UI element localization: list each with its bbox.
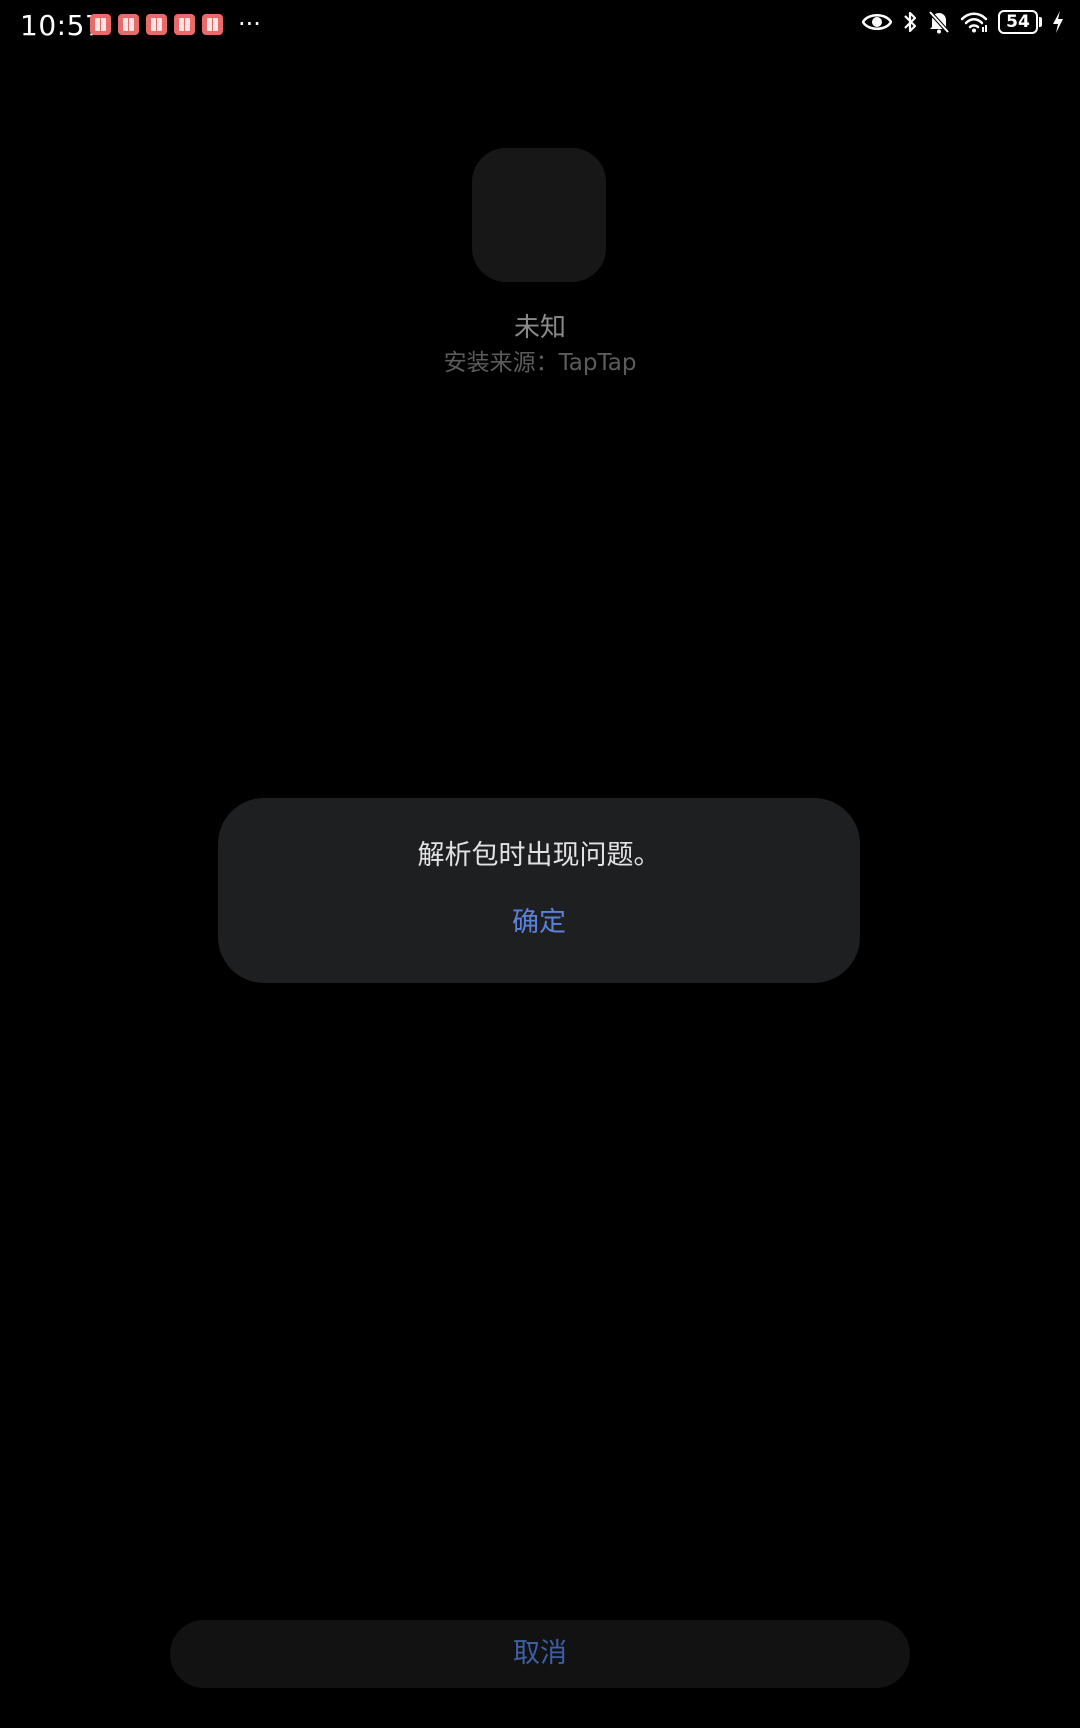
app-icon-placeholder bbox=[472, 148, 606, 282]
battery-icon: 54 bbox=[998, 10, 1038, 34]
more-notifications-indicator: ··· bbox=[238, 10, 261, 38]
eye-icon bbox=[862, 11, 892, 33]
book-notification-icon bbox=[90, 14, 111, 35]
cancel-button[interactable]: 取消 bbox=[170, 1620, 910, 1688]
dialog-message: 解析包时出现问题。 bbox=[417, 840, 661, 871]
bluetooth-icon bbox=[902, 10, 918, 34]
confirm-button[interactable]: 确定 bbox=[439, 898, 639, 948]
notification-icons bbox=[90, 14, 223, 35]
charging-icon bbox=[1052, 10, 1064, 34]
battery-cap bbox=[1039, 17, 1042, 27]
system-icons: 54 bbox=[862, 10, 1064, 34]
wifi-icon bbox=[960, 11, 988, 33]
bell-off-icon bbox=[928, 10, 950, 34]
app-name: 未知 bbox=[513, 313, 566, 343]
book-notification-icon bbox=[146, 14, 167, 35]
status-bar: 10:57 ··· 54 bbox=[0, 0, 1080, 52]
book-notification-icon bbox=[118, 14, 139, 35]
book-notification-icon bbox=[174, 14, 195, 35]
install-source: 安装来源：TapTap bbox=[443, 350, 637, 376]
error-dialog: 解析包时出现问题。 确定 bbox=[218, 798, 860, 983]
book-notification-icon bbox=[202, 14, 223, 35]
